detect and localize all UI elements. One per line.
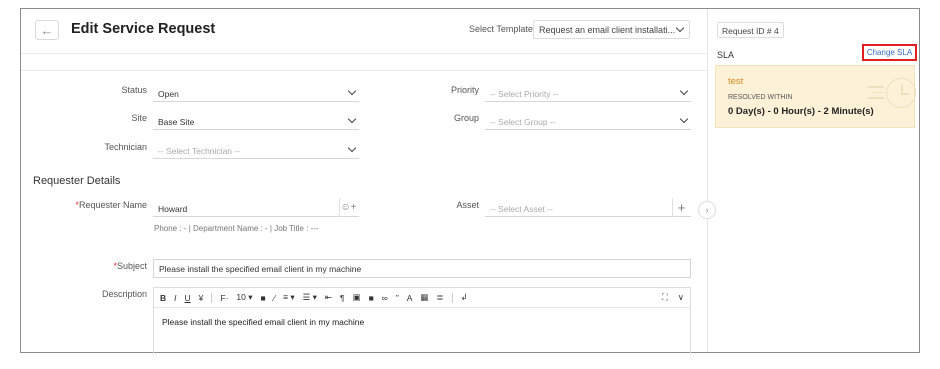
group-value: -- Select Group --: [490, 117, 556, 127]
highlight-icon[interactable]: ∕: [274, 293, 275, 303]
edit-request-window: ← Edit Service Request Select Template R…: [20, 8, 920, 354]
status-label: Status: [121, 85, 147, 95]
description-editor[interactable]: B I U ¥ F· 10 ▾ ■ ∕ ≡ ▾ ☰ ▾ ⇤ ¶ ▣ ■ ∞ ” …: [153, 287, 691, 354]
group-label: Group: [453, 113, 479, 123]
font-size-select[interactable]: 10 ▾: [236, 292, 252, 303]
template-label: Select Template: [469, 24, 533, 34]
change-sla-link[interactable]: Change SLA: [862, 44, 917, 61]
template-select[interactable]: Request an email client installati...: [533, 20, 690, 39]
description-text[interactable]: Please install the specified email clien…: [154, 308, 690, 336]
chevron-down-icon: [347, 86, 357, 96]
add-requester-icon[interactable]: ☺+: [339, 198, 357, 217]
header-divider: [21, 53, 707, 54]
image-icon[interactable]: ▣: [353, 292, 361, 303]
italic-icon[interactable]: I: [174, 293, 176, 303]
editor-toolbar: B I U ¥ F· 10 ▾ ■ ∕ ≡ ▾ ☰ ▾ ⇤ ¶ ▣ ■ ∞ ” …: [154, 288, 690, 308]
toolbar-separator: [211, 292, 213, 303]
technician-value: -- Select Technician --: [158, 146, 241, 156]
requester-name-label: *Requester Name: [75, 200, 147, 210]
requester-details-heading: Requester Details: [33, 175, 121, 187]
technician-select[interactable]: -- Select Technician --: [153, 140, 359, 159]
technician-label: Technician: [104, 142, 147, 152]
sla-name: test: [728, 76, 744, 87]
priority-value: -- Select Priority --: [490, 89, 559, 99]
table-icon[interactable]: ▦: [420, 292, 428, 303]
undo-icon[interactable]: ↲: [461, 292, 468, 303]
section-divider: [21, 70, 707, 71]
add-asset-icon[interactable]: +: [672, 198, 690, 217]
chevron-down-icon: [347, 114, 357, 124]
font-family-icon[interactable]: F·: [220, 293, 228, 303]
panel-divider: [707, 9, 708, 352]
list-icon[interactable]: ☰ ▾: [303, 292, 317, 303]
subject-value: Please install the specified email clien…: [159, 264, 362, 274]
speed-lines-decoration: [868, 86, 884, 103]
fullscreen-icon[interactable]: ⛶: [662, 292, 668, 303]
page-title: Edit Service Request: [71, 21, 216, 37]
site-select[interactable]: Base Site: [153, 111, 359, 130]
chevron-down-icon[interactable]: ∨: [678, 292, 684, 303]
link-icon[interactable]: ∞: [382, 293, 388, 303]
sla-time: 0 Day(s) - 0 Hour(s) - 2 Minute(s): [728, 106, 874, 117]
chevron-down-icon: [675, 23, 685, 33]
hr-icon[interactable]: ≣: [436, 292, 443, 303]
outdent-icon[interactable]: ⇤: [325, 292, 332, 303]
toolbar-separator: [451, 292, 453, 303]
asset-value: -- Select Asset --: [490, 204, 553, 214]
clock-icon: [886, 78, 916, 108]
quote-icon[interactable]: ”: [396, 293, 399, 303]
requester-name-value: Howard: [158, 204, 188, 214]
chevron-down-icon: [679, 86, 689, 96]
subject-input[interactable]: Please install the specified email clien…: [153, 259, 691, 278]
subject-label: *Subject: [113, 261, 147, 271]
sla-card: test RESOLVED WITHIN 0 Day(s) - 0 Hour(s…: [715, 65, 916, 128]
priority-select[interactable]: -- Select Priority --: [485, 83, 691, 102]
priority-label: Priority: [450, 85, 479, 95]
description-label: Description: [101, 289, 147, 299]
asset-label: Asset: [456, 200, 479, 210]
requester-name-field[interactable]: Howard: [153, 198, 359, 217]
status-value: Open: [158, 89, 179, 99]
align-icon[interactable]: ≡ ▾: [283, 292, 295, 303]
requester-info: Phone : - | Department Name : - | Job Ti…: [154, 224, 319, 233]
strikethrough-icon[interactable]: ¥: [199, 293, 204, 303]
paragraph-icon[interactable]: ¶: [340, 293, 345, 303]
clear-format-icon[interactable]: A: [407, 293, 413, 303]
site-label: Site: [131, 113, 147, 123]
back-arrow-icon: ←: [40, 22, 54, 38]
asset-select[interactable]: -- Select Asset --: [485, 198, 691, 217]
site-value: Base Site: [158, 117, 195, 127]
group-select[interactable]: -- Select Group --: [485, 111, 691, 130]
sla-label: SLA: [717, 50, 735, 60]
chevron-down-icon: [347, 143, 357, 153]
back-button[interactable]: ←: [35, 20, 59, 40]
bold-icon[interactable]: B: [160, 293, 166, 303]
chevron-right-icon[interactable]: ›: [698, 201, 716, 219]
template-select-value: Request an email client installati...: [539, 25, 676, 35]
underline-icon[interactable]: U: [185, 293, 191, 303]
video-icon[interactable]: ■: [369, 293, 374, 303]
request-id-badge: Request ID # 4: [717, 22, 784, 38]
chevron-down-icon: [679, 114, 689, 124]
resolved-within-label: RESOLVED WITHIN: [728, 94, 793, 101]
text-color-icon[interactable]: ■: [261, 293, 266, 303]
status-select[interactable]: Open: [153, 83, 359, 102]
